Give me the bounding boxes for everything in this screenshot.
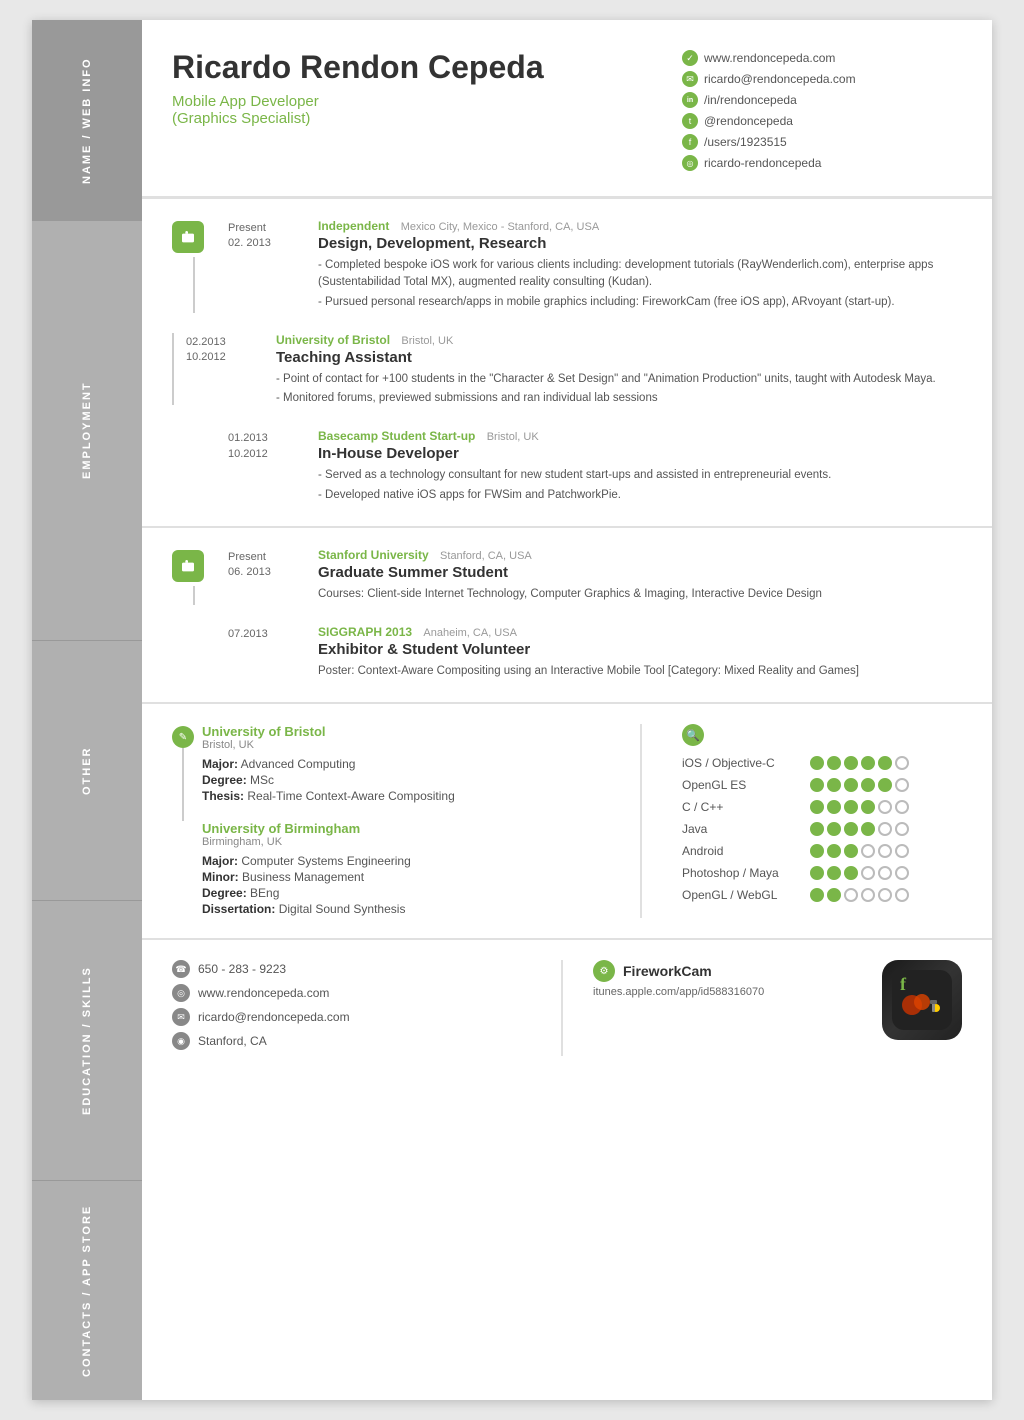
contact-github: ◎ ricardo-rendoncepeda bbox=[682, 155, 962, 171]
contacts-section: ☎ 650 - 283 - 9223 ◎ www.rendoncepeda.co… bbox=[142, 940, 992, 1076]
employment-entry-1: Present 02. 2013 Independent Mexico City… bbox=[172, 219, 962, 313]
employment-icon-1 bbox=[172, 221, 204, 253]
other-desc-2: Poster: Context-Aware Compositing using … bbox=[318, 663, 962, 680]
company-1: Independent Mexico City, Mexico - Stanfo… bbox=[318, 219, 962, 233]
contacts-left: ☎ 650 - 283 - 9223 ◎ www.rendoncepeda.co… bbox=[172, 960, 563, 1056]
header-left: Ricardo Rendon Cepeda Mobile App Develop… bbox=[172, 50, 682, 176]
entry-content-1: Independent Mexico City, Mexico - Stanfo… bbox=[318, 219, 962, 313]
education-col: ✎ University of Bristol Bristol, UK Majo… bbox=[172, 724, 642, 918]
github-icon: ◎ bbox=[682, 155, 698, 171]
edu-skills-section: ✎ University of Bristol Bristol, UK Majo… bbox=[142, 704, 992, 940]
sidebar-employment: EMPLOYMENT bbox=[32, 220, 142, 640]
skills-col: 🔍 iOS / Objective-C OpenGL ES C / C++ Java A… bbox=[662, 724, 962, 918]
other-date-1: Present 06. 2013 bbox=[228, 548, 318, 605]
header-contacts: ✓ www.rendoncepeda.com ✉ ricardo@rendonc… bbox=[682, 50, 962, 176]
app-info-row: ⚙ FireworkCam itunes.apple.com/app/id588… bbox=[593, 960, 962, 1040]
contact-phone-row: ☎ 650 - 283 - 9223 bbox=[172, 960, 541, 978]
other-company-2: SIGGRAPH 2013 Anaheim, CA, USA bbox=[318, 625, 962, 639]
employment-section: Present 02. 2013 Independent Mexico City… bbox=[142, 199, 992, 528]
skill-row-3: Java bbox=[682, 822, 962, 836]
header-section: Ricardo Rendon Cepeda Mobile App Develop… bbox=[142, 20, 992, 199]
other-desc-1: Courses: Client-side Internet Technology… bbox=[318, 586, 962, 603]
website-icon: ✓ bbox=[682, 50, 698, 66]
phone-icon: ☎ bbox=[172, 960, 190, 978]
skills-list: iOS / Objective-C OpenGL ES C / C++ Java And… bbox=[682, 756, 962, 902]
other-icon-1 bbox=[172, 550, 204, 582]
contact-twitter: t @rendoncepeda bbox=[682, 113, 962, 129]
skills-search-icon: 🔍 bbox=[682, 724, 704, 746]
skill-row-4: Android bbox=[682, 844, 962, 858]
skill-row-0: iOS / Objective-C bbox=[682, 756, 962, 770]
contact-email-icon: ✉ bbox=[172, 1008, 190, 1026]
email-icon: ✉ bbox=[682, 71, 698, 87]
other-title-2: Exhibitor & Student Volunteer bbox=[318, 641, 962, 658]
other-company-1: Stanford University Stanford, CA, USA bbox=[318, 548, 962, 562]
contact-email-row: ✉ ricardo@rendoncepeda.com bbox=[172, 1008, 541, 1026]
job-desc-1: - Completed bespoke iOS work for various… bbox=[318, 257, 962, 311]
linkedin-icon: in bbox=[682, 92, 698, 108]
other-entry-1: Present 06. 2013 Stanford University Sta… bbox=[172, 548, 962, 605]
contacts-right: ⚙ FireworkCam itunes.apple.com/app/id588… bbox=[583, 960, 962, 1056]
other-date-2: 07.2013 bbox=[228, 625, 318, 682]
employment-entry-2: 02.2013 10.2012 University of Bristol Br… bbox=[172, 333, 962, 410]
contact-location-icon: ◉ bbox=[172, 1032, 190, 1050]
job-desc-2: - Point of contact for +100 students in … bbox=[276, 371, 962, 408]
job-desc-3: - Served as a technology consultant for … bbox=[318, 467, 962, 504]
edu-line-1 bbox=[182, 748, 184, 821]
skill-row-6: OpenGL / WebGL bbox=[682, 888, 962, 902]
svg-text:f: f bbox=[900, 974, 907, 994]
skill-row-5: Photoshop / Maya bbox=[682, 866, 962, 880]
contact-website-row: ◎ www.rendoncepeda.com bbox=[172, 984, 541, 1002]
sidebar-other: OTHER bbox=[32, 640, 142, 900]
contact-web-icon: ◎ bbox=[172, 984, 190, 1002]
other-section: Present 06. 2013 Stanford University Sta… bbox=[142, 528, 992, 705]
sidebar-name-webinfo: NAME / WEB INFO bbox=[32, 20, 142, 220]
app-info: ⚙ FireworkCam itunes.apple.com/app/id588… bbox=[593, 960, 764, 998]
company-2: University of Bristol Bristol, UK bbox=[276, 333, 962, 347]
flickr-icon: f bbox=[682, 134, 698, 150]
resume-wrapper: NAME / WEB INFO EMPLOYMENT OTHER EDUCATI… bbox=[32, 20, 992, 1400]
skill-row-2: C / C++ bbox=[682, 800, 962, 814]
twitter-icon: t bbox=[682, 113, 698, 129]
other-entry-2: 07.2013 SIGGRAPH 2013 Anaheim, CA, USA E… bbox=[172, 625, 962, 682]
full-name: Ricardo Rendon Cepeda bbox=[172, 50, 682, 85]
other-content-2: SIGGRAPH 2013 Anaheim, CA, USA Exhibitor… bbox=[318, 625, 962, 682]
job-title-1: Design, Development, Research bbox=[318, 235, 962, 252]
contact-flickr: f /users/1923515 bbox=[682, 134, 962, 150]
entry-content-2: University of Bristol Bristol, UK Teachi… bbox=[276, 333, 962, 410]
date-3: 01.2013 10.2012 bbox=[228, 429, 318, 506]
sidebar-contacts: CONTACTS / APP STORE bbox=[32, 1180, 142, 1400]
date-2: 02.2013 10.2012 bbox=[186, 333, 276, 410]
contact-location-row: ◉ Stanford, CA bbox=[172, 1032, 541, 1050]
sidebar-edu-skills: EDUCATION / SKILLS bbox=[32, 900, 142, 1180]
contact-linkedin: in /in/rendoncepeda bbox=[682, 92, 962, 108]
job-title-3: In-House Developer bbox=[318, 445, 962, 462]
entry-content-3: Basecamp Student Start-up Bristol, UK In… bbox=[318, 429, 962, 506]
edu-icon-1: ✎ bbox=[172, 726, 194, 748]
sidebar: NAME / WEB INFO EMPLOYMENT OTHER EDUCATI… bbox=[32, 20, 142, 1400]
main-content: Ricardo Rendon Cepeda Mobile App Develop… bbox=[142, 20, 992, 1400]
app-store-logo: f bbox=[882, 960, 962, 1040]
app-icon: ⚙ bbox=[593, 960, 615, 982]
other-content-1: Stanford University Stanford, CA, USA Gr… bbox=[318, 548, 962, 605]
other-title-1: Graduate Summer Student bbox=[318, 564, 962, 581]
date-1: Present 02. 2013 bbox=[228, 219, 318, 313]
skill-row-1: OpenGL ES bbox=[682, 778, 962, 792]
contact-email: ✉ ricardo@rendoncepeda.com bbox=[682, 71, 962, 87]
job-title: Mobile App Developer (Graphics Specialis… bbox=[172, 93, 682, 127]
contact-website: ✓ www.rendoncepeda.com bbox=[682, 50, 962, 66]
job-title-2: Teaching Assistant bbox=[276, 349, 962, 366]
company-3: Basecamp Student Start-up Bristol, UK bbox=[318, 429, 962, 443]
employment-entry-3: 01.2013 10.2012 Basecamp Student Start-u… bbox=[172, 429, 962, 506]
